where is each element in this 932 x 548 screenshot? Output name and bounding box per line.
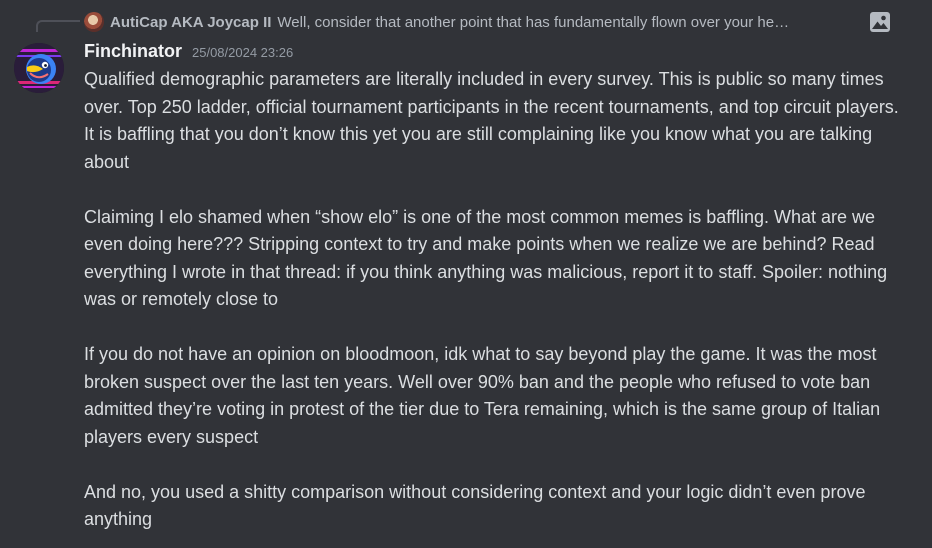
message-paragraph: And no, you used a shitty comparison wit… bbox=[84, 481, 866, 530]
message-header: Finchinator 25/08/2024 23:26 bbox=[84, 41, 293, 65]
reply-preview[interactable]: AutiCap AKA Joycap II Well, consider tha… bbox=[84, 10, 884, 34]
reply-text[interactable]: Well, consider that another point that h… bbox=[277, 14, 884, 31]
message-content: Qualified demographic parameters are lit… bbox=[84, 66, 904, 534]
reply-author-avatar[interactable] bbox=[84, 12, 104, 32]
image-icon bbox=[870, 12, 890, 32]
message-paragraph: Qualified demographic parameters are lit… bbox=[84, 69, 899, 172]
avatar-image bbox=[14, 43, 64, 93]
message-paragraph: If you do not have an opinion on bloodmo… bbox=[84, 344, 881, 447]
avatar[interactable] bbox=[14, 43, 64, 93]
chat-message: AutiCap AKA Joycap II Well, consider tha… bbox=[0, 0, 932, 548]
reply-author-name[interactable]: AutiCap AKA Joycap II bbox=[110, 14, 271, 31]
message-paragraph: Claiming I elo shamed when “show elo” is… bbox=[84, 206, 888, 310]
username[interactable]: Finchinator bbox=[84, 41, 182, 62]
timestamp[interactable]: 25/08/2024 23:26 bbox=[192, 45, 293, 60]
reply-connector bbox=[36, 20, 80, 32]
